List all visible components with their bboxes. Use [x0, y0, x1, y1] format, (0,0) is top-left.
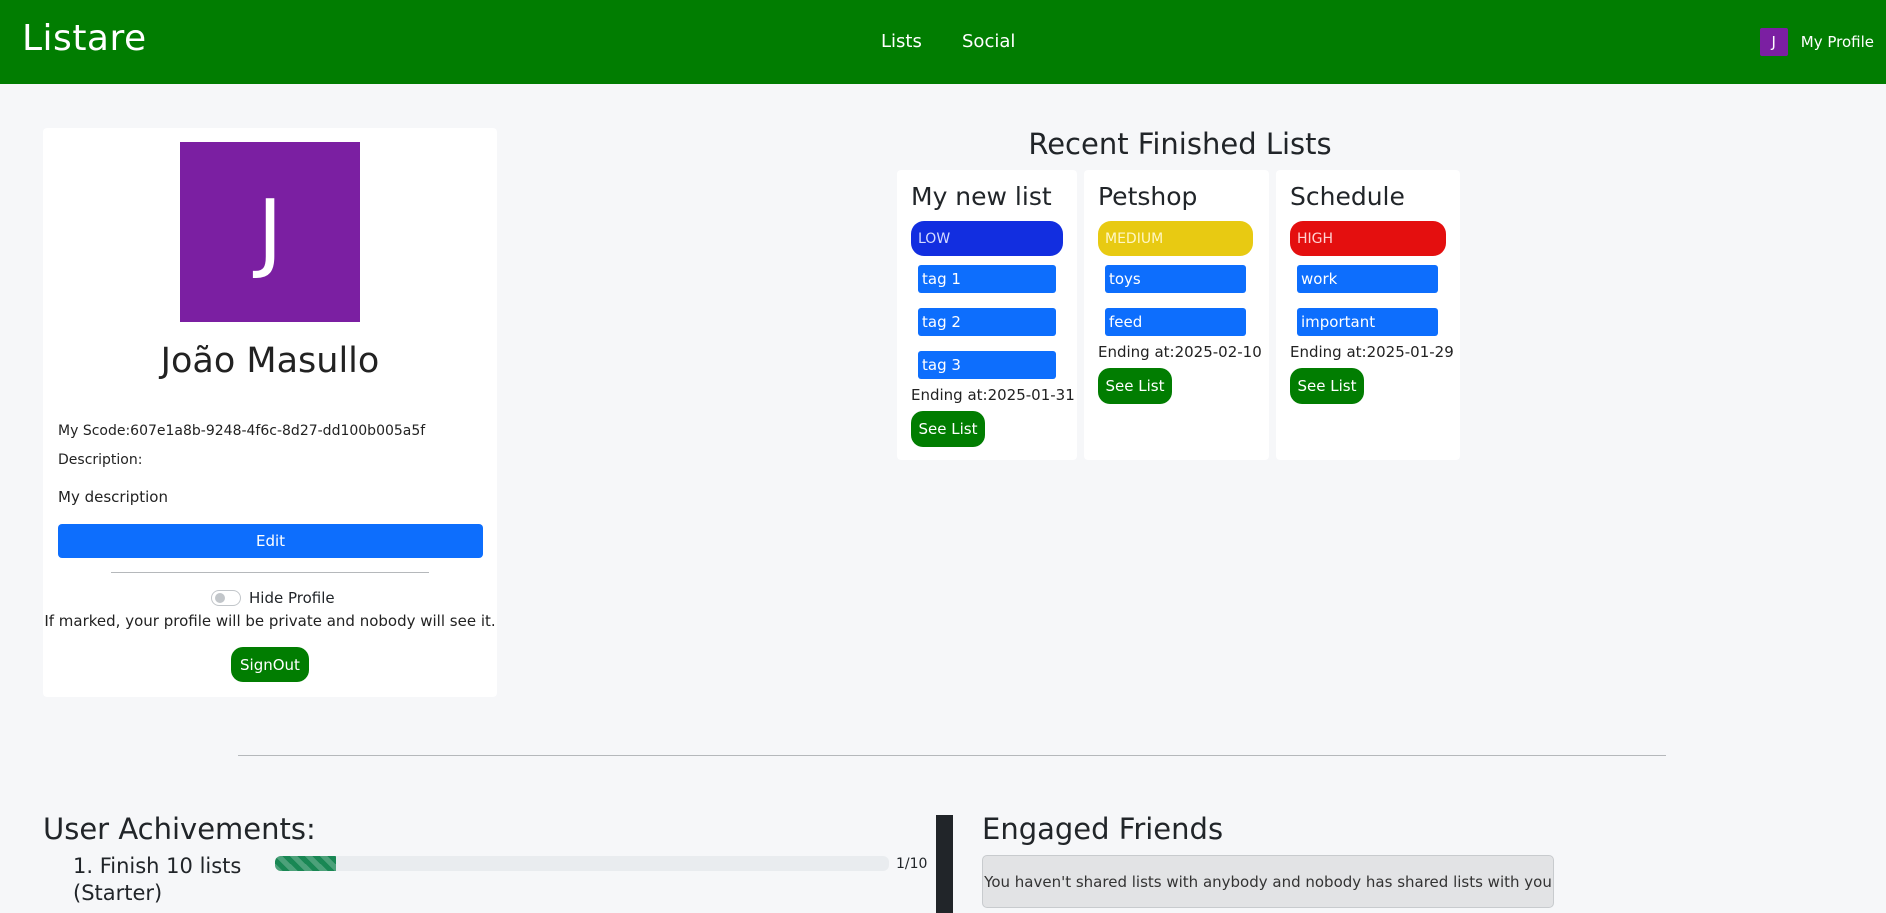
achievement-count: 1/10: [896, 856, 928, 872]
nav-link-social[interactable]: Social: [962, 31, 1015, 52]
description-label: Description:: [58, 452, 143, 468]
profile-avatar: J: [180, 142, 360, 322]
hide-profile-toggle[interactable]: [211, 590, 241, 606]
achievement-progress-fill: [275, 856, 337, 871]
achievement-progress-bar: [275, 856, 889, 871]
hide-profile-row: Hide Profile: [211, 589, 335, 607]
achievements-title: User Achivements:: [43, 812, 316, 846]
description-text: My description: [58, 488, 168, 506]
tag-badge: tag 3: [918, 351, 1056, 379]
ending-date: Ending at:2025-02-10: [1098, 343, 1262, 361]
divider: [111, 572, 429, 573]
see-list-button[interactable]: See List: [1290, 368, 1364, 404]
list-card: My new list LOW tag 1 tag 2 tag 3 Ending…: [897, 170, 1077, 460]
recent-lists-title: Recent Finished Lists: [1028, 127, 1332, 161]
signout-button[interactable]: SignOut: [231, 647, 309, 682]
see-list-button[interactable]: See List: [911, 411, 985, 447]
tag-badge: tag 2: [918, 308, 1056, 336]
nav-link-lists[interactable]: Lists: [881, 31, 922, 52]
tag-badge: important: [1297, 308, 1438, 336]
hide-profile-label: Hide Profile: [249, 589, 335, 607]
section-divider: [238, 755, 1666, 756]
achievement-name: 1. Finish 10 lists (Starter): [73, 854, 242, 905]
priority-badge: HIGH: [1290, 221, 1446, 256]
ending-date: Ending at:2025-01-29: [1290, 343, 1454, 361]
profile-card: J João Masullo My Scode:607e1a8b-9248-4f…: [43, 128, 497, 697]
profile-scode: My Scode:607e1a8b-9248-4f6c-8d27-dd100b0…: [58, 423, 426, 439]
friends-title: Engaged Friends: [982, 812, 1224, 846]
nav-profile-link[interactable]: J My Profile: [1759, 28, 1874, 56]
priority-badge: MEDIUM: [1098, 221, 1253, 256]
edit-button[interactable]: Edit: [58, 524, 483, 558]
tag-badge: work: [1297, 265, 1438, 293]
see-list-button[interactable]: See List: [1098, 368, 1172, 404]
list-title: Petshop: [1098, 182, 1198, 211]
ending-date: Ending at:2025-01-31: [911, 386, 1075, 404]
priority-badge: LOW: [911, 221, 1063, 256]
nav-profile-label: My Profile: [1800, 33, 1874, 51]
navbar: Listare Lists Social J My Profile: [0, 0, 1886, 84]
private-note: If marked, your profile will be private …: [44, 612, 496, 630]
friends-alert: You haven't shared lists with anybody an…: [982, 855, 1554, 908]
list-title: Schedule: [1290, 182, 1405, 211]
tag-badge: tag 1: [918, 265, 1056, 293]
list-title: My new list: [911, 182, 1052, 211]
nav-avatar: J: [1759, 28, 1788, 56]
tag-badge: toys: [1105, 265, 1246, 293]
profile-name: João Masullo: [160, 341, 380, 381]
brand-logo[interactable]: Listare: [22, 18, 147, 59]
list-card: Schedule HIGH work important Ending at:2…: [1276, 170, 1460, 460]
tag-badge: feed: [1105, 308, 1246, 336]
vertical-divider: [936, 815, 953, 913]
list-card: Petshop MEDIUM toys feed Ending at:2025-…: [1084, 170, 1269, 460]
